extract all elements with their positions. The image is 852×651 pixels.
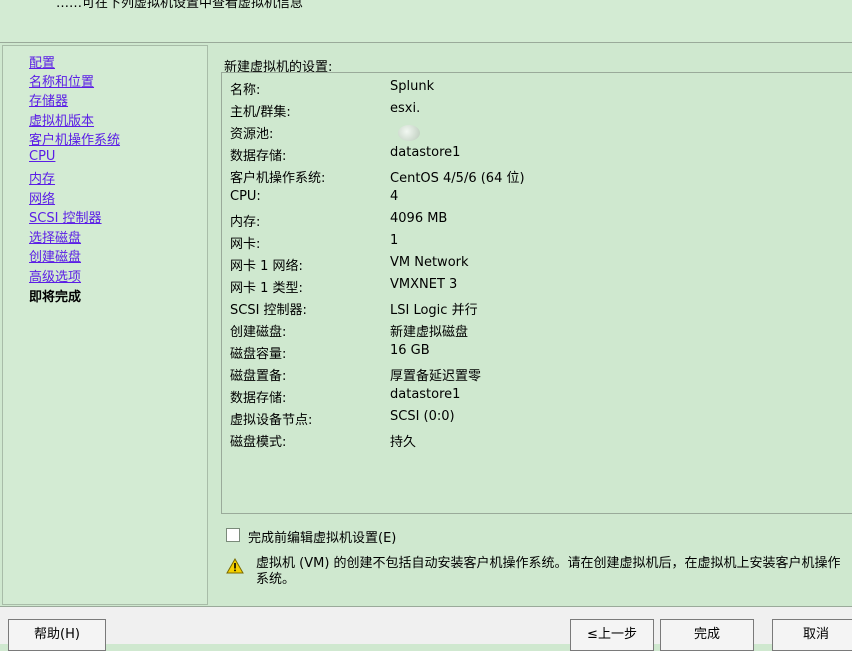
settings-summary: 名称: Splunk 主机/群集: esxi. 资源池: 数据存储: datastor… <box>221 72 852 514</box>
summary-label: 资源池: <box>230 127 274 142</box>
summary-label: CPU: <box>230 189 261 204</box>
help-button[interactable]: 帮助(H) <box>8 619 106 651</box>
summary-row: 主机/群集: esxi. <box>230 101 830 123</box>
summary-row: 客户机操作系统: CentOS 4/5/6 (64 位) <box>230 167 830 189</box>
edit-settings-label[interactable]: 完成前编辑虚拟机设置(E) <box>248 527 396 546</box>
summary-row: 创建磁盘: 新建虚拟磁盘 <box>230 321 830 343</box>
nav-item-storage[interactable]: 存储器 <box>29 90 68 109</box>
nav-item-cpu[interactable]: CPU <box>29 149 55 164</box>
summary-value: 厚置备延迟置零 <box>390 369 482 384</box>
summary-row: 名称: Splunk <box>230 79 830 101</box>
summary-value: 16 GB <box>390 343 430 358</box>
summary-value: VM Network <box>390 255 469 270</box>
summary-value: VMXNET 3 <box>390 277 458 292</box>
summary-row: CPU: 4 <box>230 189 830 211</box>
summary-label: 数据存储: <box>230 391 287 406</box>
finish-button[interactable]: 完成 <box>660 619 754 651</box>
resource-pool-icon <box>398 125 420 141</box>
summary-row: 网卡: 1 <box>230 233 830 255</box>
summary-value: 4096 MB <box>390 211 448 226</box>
summary-label: SCSI 控制器: <box>230 303 307 318</box>
summary-row: SCSI 控制器: LSI Logic 并行 <box>230 299 830 321</box>
nav-item-ready-to-complete: 即将完成 <box>29 290 82 305</box>
edit-settings-option[interactable]: 完成前编辑虚拟机设置(E) <box>226 528 626 546</box>
summary-value: datastore1 <box>390 387 461 402</box>
summary-label: 数据存储: <box>230 149 287 164</box>
summary-label: 名称: <box>230 83 261 98</box>
summary-label: 内存: <box>230 215 261 230</box>
summary-value: Splunk <box>390 79 435 94</box>
summary-row: 磁盘置备: 厚置备延迟置零 <box>230 365 830 387</box>
summary-row: 网卡 1 网络: VM Network <box>230 255 830 277</box>
summary-value: CentOS 4/5/6 (64 位) <box>390 171 525 186</box>
wizard-footer: 帮助(H) ≤上一步 完成 取消 <box>0 606 852 651</box>
summary-label: 磁盘容量: <box>230 347 287 362</box>
nav-item-name-location[interactable]: 名称和位置 <box>29 71 94 90</box>
nav-item-advanced[interactable]: 高级选项 <box>29 266 81 285</box>
summary-label: 磁盘模式: <box>230 435 287 450</box>
summary-row: 虚拟设备节点: SCSI (0:0) <box>230 409 830 431</box>
summary-label: 创建磁盘: <box>230 325 287 340</box>
nav-item-create-disk[interactable]: 创建磁盘 <box>29 246 81 265</box>
summary-value: SCSI (0:0) <box>390 409 455 424</box>
summary-value: 持久 <box>390 435 417 450</box>
guest-os-warning: 虚拟机 (VM) 的创建不包括自动安装客户机操作系统。请在创建虚拟机后，在虚拟机… <box>226 556 850 596</box>
summary-label: 虚拟设备节点: <box>230 413 313 428</box>
warning-message: 虚拟机 (VM) 的创建不包括自动安装客户机操作系统。请在创建虚拟机后，在虚拟机… <box>256 556 841 587</box>
summary-value: 4 <box>390 189 399 204</box>
summary-row: 磁盘模式: 持久 <box>230 431 830 453</box>
summary-row: 数据存储: datastore1 <box>230 387 830 409</box>
wizard-step-nav: 配置 名称和位置 存储器 虚拟机版本 客户机操作系统 CPU 内存 网络 SCS… <box>2 45 208 605</box>
summary-label: 磁盘置备: <box>230 369 287 384</box>
summary-row: 网卡 1 类型: VMXNET 3 <box>230 277 830 299</box>
nav-item-network[interactable]: 网络 <box>29 188 55 207</box>
nav-item-memory[interactable]: 内存 <box>29 168 55 187</box>
summary-row: 资源池: <box>230 123 830 145</box>
wizard-header: ……可在下列虚拟机设置中查看虚拟机信息 <box>0 0 852 43</box>
summary-value: esxi. <box>390 101 421 116</box>
summary-value: datastore1 <box>390 145 461 160</box>
summary-row: 内存: 4096 MB <box>230 211 830 233</box>
summary-label: 主机/群集: <box>230 105 291 120</box>
header-description: ……可在下列虚拟机设置中查看虚拟机信息 <box>56 0 304 11</box>
summary-row: 数据存储: datastore1 <box>230 145 830 167</box>
nav-item-config[interactable]: 配置 <box>29 52 55 71</box>
summary-label: 网卡 1 网络: <box>230 259 303 274</box>
summary-label: 网卡 1 类型: <box>230 281 303 296</box>
nav-item-scsi[interactable]: SCSI 控制器 <box>29 207 102 226</box>
summary-row: 磁盘容量: 16 GB <box>230 343 830 365</box>
summary-label: 网卡: <box>230 237 261 252</box>
summary-value: LSI Logic 并行 <box>390 303 478 318</box>
warning-icon <box>226 558 244 574</box>
summary-label: 客户机操作系统: <box>230 171 326 186</box>
nav-item-select-disk[interactable]: 选择磁盘 <box>29 227 81 246</box>
edit-settings-checkbox[interactable] <box>226 528 240 542</box>
nav-item-guest-os[interactable]: 客户机操作系统 <box>29 129 120 148</box>
summary-value: 新建虚拟磁盘 <box>390 325 469 340</box>
nav-item-vm-version[interactable]: 虚拟机版本 <box>29 110 94 129</box>
cancel-button[interactable]: 取消 <box>772 619 852 651</box>
summary-value: 1 <box>390 233 399 248</box>
back-button[interactable]: ≤上一步 <box>570 619 654 651</box>
